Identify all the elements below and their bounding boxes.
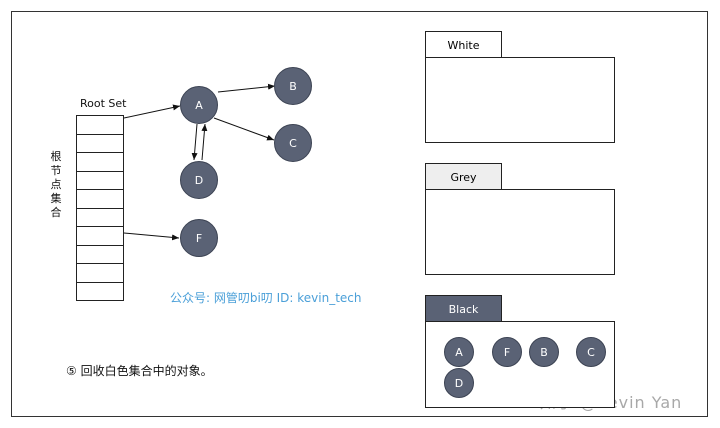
root-set-cell [76, 116, 124, 135]
grey-tab: Grey [425, 163, 502, 190]
grey-tab-label: Grey [450, 170, 477, 184]
edge-a-b [217, 83, 276, 93]
black-tab: Black [425, 295, 502, 322]
root-set-cell [76, 208, 124, 227]
root-set-stack [76, 115, 124, 301]
grey-panel [425, 189, 615, 275]
root-set-cell [76, 227, 124, 246]
edge-a-d [191, 123, 198, 161]
watermark-text: 公众号: 网管叨bi叨 ID: kevin_tech [170, 291, 362, 305]
root-set-cell [76, 264, 124, 283]
root-set-label: Root Set [80, 97, 127, 110]
black-node-f: F [492, 337, 522, 367]
edge-rootset-a [123, 104, 181, 119]
node-b: B [274, 67, 312, 105]
node-a: A [180, 86, 218, 124]
root-set-cell [76, 282, 124, 301]
black-node-b: B [529, 337, 559, 367]
root-set-cell [76, 134, 124, 153]
black-tab-label: Black [448, 302, 479, 316]
black-node-d: D [444, 368, 474, 398]
root-set-cell [76, 190, 124, 209]
node-d: D [180, 161, 218, 199]
edge-a-c [213, 117, 275, 141]
white-tab-label: White [447, 38, 480, 52]
white-panel [425, 57, 615, 143]
node-c: C [274, 124, 312, 162]
root-set-cell [76, 171, 124, 190]
node-f: F [180, 219, 218, 257]
white-tab: White [425, 31, 502, 58]
root-set-cell [76, 245, 124, 264]
edge-d-a [201, 123, 208, 161]
edge-rootset-f [123, 232, 180, 241]
black-node-a: A [444, 337, 474, 367]
root-set-cell [76, 153, 124, 172]
black-node-c: C [576, 337, 606, 367]
caption-text: ⑤ 回收白色集合中的对象。 [66, 364, 213, 378]
root-set-vertical-label: 根节点集合 [50, 150, 62, 219]
